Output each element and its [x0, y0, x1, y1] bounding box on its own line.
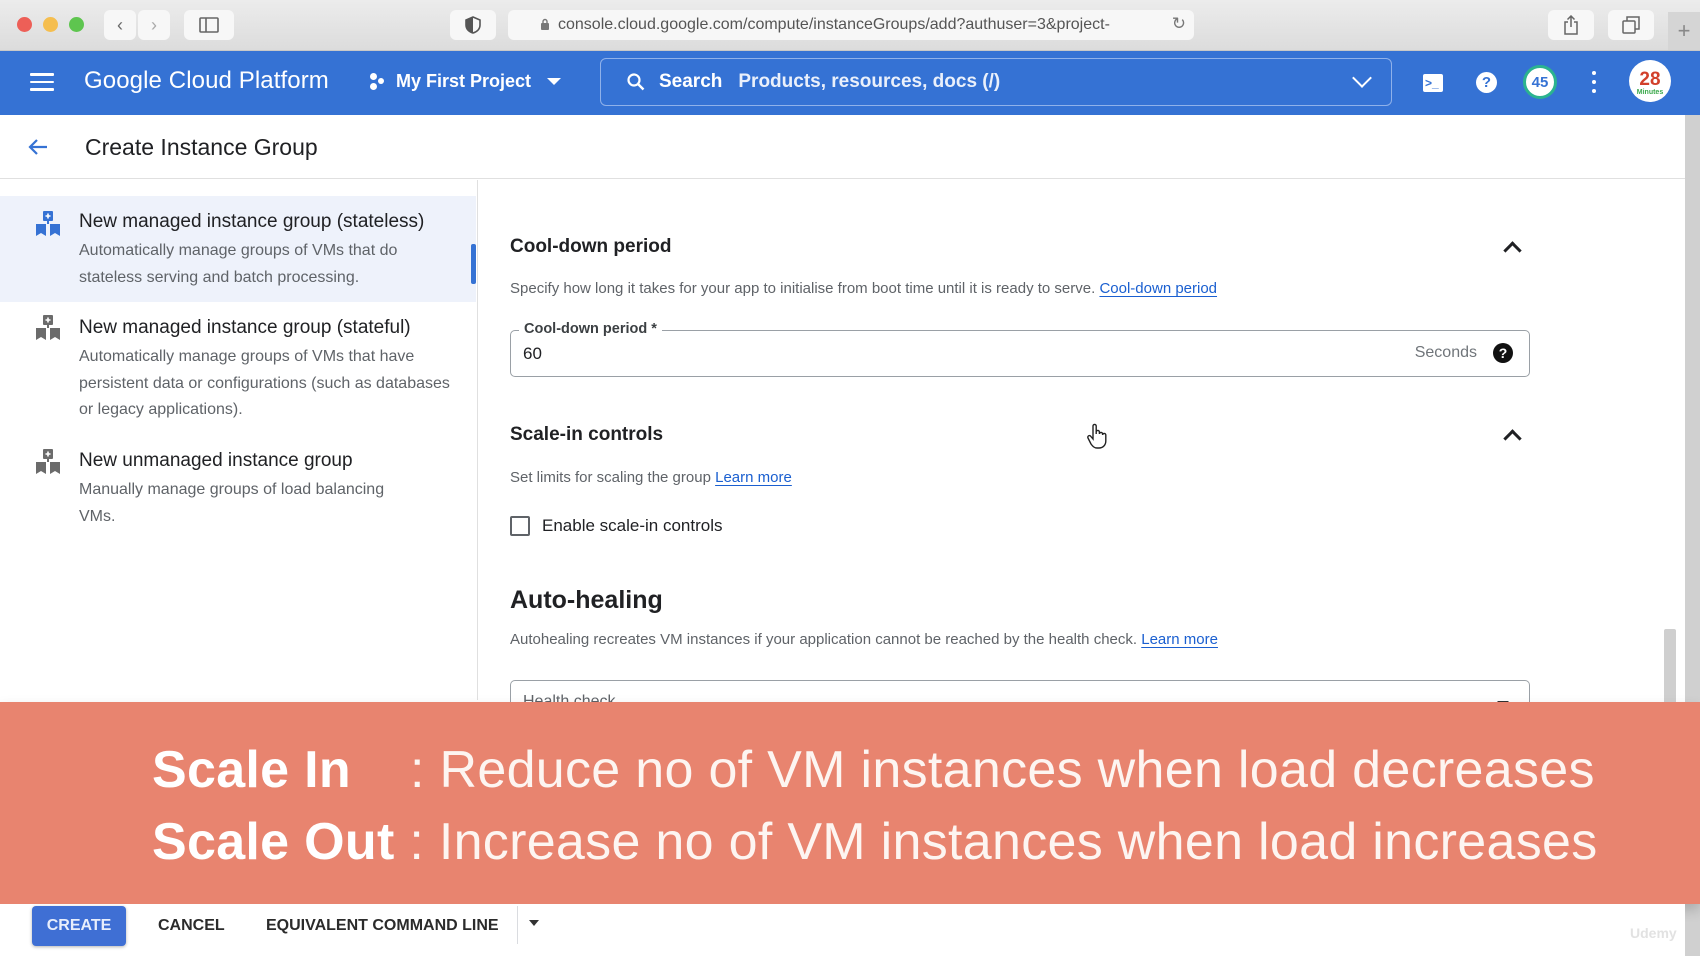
cooldown-field-value[interactable]: 60 [523, 344, 542, 364]
gcp-top-bar: Google Cloud Platform My First Project S… [0, 51, 1700, 115]
instance-group-type-list: New managed instance group (stateless) A… [0, 180, 478, 700]
share-button[interactable] [1548, 10, 1594, 40]
equivalent-command-line-button[interactable]: EQUIVALENT COMMAND LINE [266, 917, 499, 935]
tabs-icon [1622, 16, 1640, 34]
sidebar-toggle-button[interactable] [184, 10, 234, 40]
url-text: console.cloud.google.com/compute/instanc… [558, 16, 1110, 33]
cancel-button[interactable]: CANCEL [158, 917, 225, 935]
brand-logo[interactable]: Google Cloud Platform [84, 67, 329, 95]
tabs-overview-button[interactable] [1608, 10, 1654, 40]
autohealing-section-title: Auto-healing [510, 586, 663, 614]
search-input[interactable]: Search Products, resources, docs (/) [600, 58, 1392, 106]
option-title: New managed instance group (stateless) [79, 211, 425, 232]
chevron-right-icon: › [151, 14, 157, 35]
search-label: Search [659, 71, 723, 92]
cloud-shell-icon[interactable]: >_ [1423, 74, 1443, 92]
chevron-down-icon[interactable] [1352, 68, 1372, 88]
option-title: New managed instance group (stateful) [79, 317, 411, 338]
lock-icon [541, 18, 549, 30]
instance-group-icon [36, 211, 60, 236]
search-placeholder: Products, resources, docs (/) [738, 71, 1001, 92]
scale-out-text: : Increase no of VM instances when load … [409, 813, 1598, 871]
avatar-text: 28 [1639, 68, 1661, 90]
project-icon [370, 72, 386, 91]
scale-in-definition: Scale In : Reduce no of VM instances when… [152, 740, 1595, 800]
browser-toolbar: ‹ › console.cloud.google.com/compute/ins… [0, 0, 1700, 51]
instance-group-icon [36, 449, 60, 474]
window-zoom-button[interactable] [69, 17, 84, 32]
browser-back-button[interactable]: ‹ [104, 10, 136, 40]
scale-in-text: : Reduce no of VM instances when load de… [410, 741, 1595, 799]
scale-in-description: Set limits for scaling the group Learn m… [510, 469, 792, 486]
hand-cursor-icon [1087, 423, 1107, 449]
cooldown-field-label: Cool-down period * [519, 321, 662, 337]
seconds-suffix: Seconds [1414, 344, 1477, 361]
instance-group-icon [36, 315, 60, 340]
account-avatar[interactable]: 28 Minutes [1629, 60, 1671, 102]
selected-indicator [471, 244, 476, 284]
hamburger-menu-icon[interactable] [30, 73, 54, 91]
option-managed-stateless[interactable]: New managed instance group (stateless) A… [0, 196, 476, 302]
reload-icon[interactable]: ↻ [1172, 14, 1186, 34]
back-arrow-icon[interactable] [26, 135, 50, 159]
more-options-icon[interactable] [1592, 71, 1596, 93]
cooldown-description-text: Specify how long it takes for your app t… [510, 280, 1096, 297]
help-circle-icon[interactable]: ? [1493, 343, 1513, 363]
scale-in-learn-more-link[interactable]: Learn more [715, 469, 792, 486]
notifications-badge[interactable]: 45 [1523, 65, 1557, 99]
window-close-button[interactable] [17, 17, 32, 32]
project-name: My First Project [396, 71, 532, 91]
enable-scale-in-label[interactable]: Enable scale-in controls [542, 516, 722, 536]
shield-icon [465, 16, 481, 34]
cooldown-period-link[interactable]: Cool-down period [1099, 280, 1217, 297]
collapse-chevron-up-icon[interactable] [1503, 429, 1522, 448]
option-description: Automatically manage groups of VMs that … [79, 242, 398, 286]
cooldown-section-title: Cool-down period [510, 236, 672, 257]
browser-forward-button[interactable]: › [138, 10, 170, 40]
action-bar: CREATE CANCEL EQUIVALENT COMMAND LINE [0, 904, 1685, 956]
privacy-shield-button[interactable] [450, 10, 496, 40]
scale-out-definition: Scale Out : Increase no of VM instances … [152, 812, 1598, 872]
create-button[interactable]: CREATE [32, 906, 126, 946]
option-unmanaged[interactable]: New unmanaged instance group Manually ma… [0, 436, 476, 536]
option-title: New unmanaged instance group [79, 450, 353, 471]
screen: ‹ › console.cloud.google.com/compute/ins… [0, 0, 1700, 956]
option-description: Automatically manage groups of VMs that … [79, 348, 450, 418]
window-minimize-button[interactable] [43, 17, 58, 32]
plus-icon: + [1677, 18, 1691, 43]
search-icon [627, 73, 645, 91]
page-title: Create Instance Group [85, 134, 318, 160]
cooldown-period-field[interactable]: Cool-down period * 60 Seconds ? [510, 321, 1530, 377]
page-header: Create Instance Group [0, 115, 1685, 179]
help-icon[interactable]: ? [1476, 72, 1497, 93]
enable-scale-in-checkbox[interactable] [510, 516, 530, 536]
address-bar[interactable]: console.cloud.google.com/compute/instanc… [508, 10, 1194, 40]
sidebar-icon [199, 17, 219, 33]
udemy-watermark: Udemy [1630, 925, 1677, 941]
autohealing-description: Autohealing recreates VM instances if yo… [510, 631, 1218, 648]
avatar-subtext: Minutes [1636, 88, 1664, 96]
scale-in-term: Scale In [152, 741, 351, 799]
caret-down-icon [547, 78, 562, 85]
project-selector[interactable]: My First Project [370, 71, 562, 92]
autohealing-description-text: Autohealing recreates VM instances if yo… [510, 631, 1138, 648]
new-tab-button[interactable]: + [1668, 12, 1700, 50]
form-content: Cool-down period Specify how long it tak… [478, 180, 1685, 720]
scale-definitions-banner: Scale In : Reduce no of VM instances when… [0, 702, 1700, 904]
collapse-chevron-up-icon[interactable] [1503, 241, 1522, 260]
divider [517, 906, 518, 944]
content-scrollbar-thumb[interactable] [1664, 629, 1676, 704]
share-icon [1564, 15, 1578, 35]
scale-out-term: Scale Out [152, 813, 395, 871]
chevron-left-icon: ‹ [117, 14, 123, 35]
scale-in-description-text: Set limits for scaling the group [510, 469, 711, 486]
scale-in-section-title: Scale-in controls [510, 424, 664, 445]
caret-down-icon[interactable] [529, 920, 539, 926]
option-description: Manually manage groups of load balancing… [79, 481, 385, 525]
autohealing-learn-more-link[interactable]: Learn more [1141, 631, 1218, 648]
option-managed-stateful[interactable]: New managed instance group (stateful) Au… [0, 302, 476, 428]
cooldown-description: Specify how long it takes for your app t… [510, 280, 1217, 297]
